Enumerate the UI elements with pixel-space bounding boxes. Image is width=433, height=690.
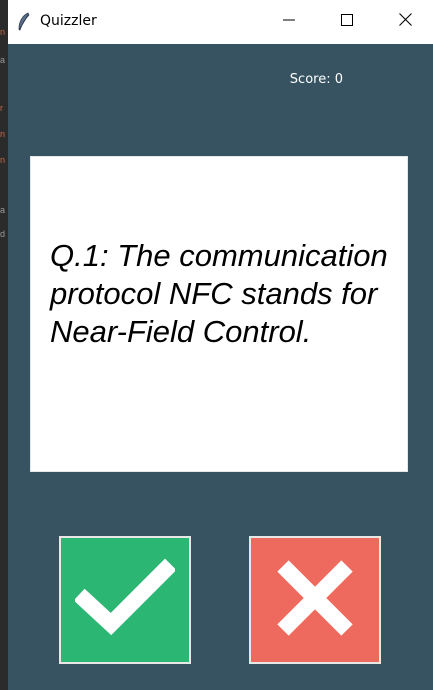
title-bar[interactable]: Quizzler: [8, 0, 433, 44]
question-text: Q.1: The communication protocol NFC stan…: [50, 238, 388, 349]
background-text-fragment: r: [0, 104, 3, 112]
question-card: Q.1: The communication protocol NFC stan…: [30, 156, 408, 472]
background-text-fragment: n: [0, 156, 6, 164]
false-button[interactable]: [249, 536, 381, 664]
background-text-fragment: a: [0, 56, 6, 64]
window-title: Quizzler: [40, 13, 97, 29]
score-label: Score: 0: [289, 72, 343, 87]
background-text-fragment: n: [0, 28, 6, 36]
background-text-fragment: d: [0, 230, 6, 238]
maximize-icon: [341, 13, 353, 31]
minimize-button[interactable]: [260, 0, 318, 44]
quizzler-window: Quizzler Score: 0 Q.1: The communication…: [8, 0, 433, 690]
minimize-icon: [283, 13, 295, 31]
screen: n a r n n a d Quizzler Score: 0 Q.1: The…: [0, 0, 433, 690]
cross-icon: [273, 556, 357, 645]
close-button[interactable]: [376, 0, 433, 44]
background-window-edge: n a r n n a d: [0, 0, 8, 690]
close-icon: [398, 13, 412, 31]
maximize-button[interactable]: [318, 0, 376, 44]
true-button[interactable]: [59, 536, 191, 664]
background-text-fragment: a: [0, 206, 6, 214]
checkmark-icon: [73, 558, 177, 643]
feather-icon: [16, 12, 32, 32]
background-text-fragment: n: [0, 130, 6, 138]
